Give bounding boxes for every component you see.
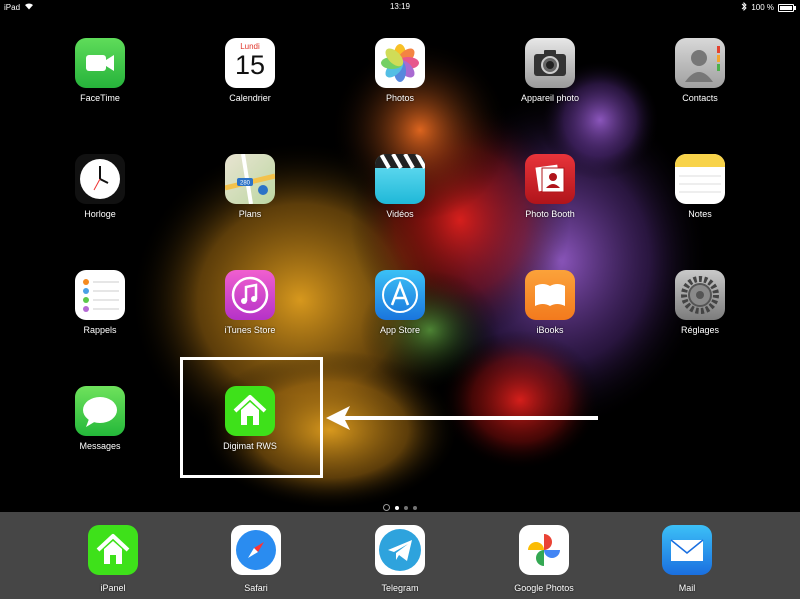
- pinwheel-icon: [519, 525, 569, 575]
- app-label: Plans: [238, 209, 262, 219]
- app-label: iTunes Store: [224, 325, 276, 335]
- reminders-list-icon: [75, 270, 125, 320]
- status-bar: iPad 13:19 100 %: [0, 0, 800, 14]
- video-camera-icon: [75, 38, 125, 88]
- app-label: Calendrier: [229, 93, 271, 103]
- app-videos[interactable]: Vidéos: [350, 154, 450, 219]
- notepad-icon: [675, 154, 725, 204]
- app-label: FaceTime: [80, 93, 120, 103]
- map-icon: 280: [225, 154, 275, 204]
- highlight-box: [180, 357, 323, 478]
- dock-app-google-photos[interactable]: Google Photos: [494, 525, 594, 593]
- clapperboard-icon: [375, 154, 425, 204]
- app-photos[interactable]: Photos: [350, 38, 450, 103]
- app-label: Rappels: [83, 325, 117, 335]
- speech-bubble-icon: [75, 386, 125, 436]
- app-store-a-icon: [375, 270, 425, 320]
- camera-icon: [525, 38, 575, 88]
- app-reglages[interactable]: Réglages: [650, 270, 750, 335]
- app-label: Contacts: [682, 93, 718, 103]
- status-time: 13:19: [389, 2, 411, 11]
- app-label: Google Photos: [514, 583, 574, 593]
- plans-badge: 280: [240, 181, 251, 187]
- gear-icon: [675, 270, 725, 320]
- app-label: Telegram: [381, 583, 419, 593]
- page-dot-active[interactable]: [395, 505, 399, 510]
- envelope-icon: [662, 525, 712, 575]
- app-label: Mail: [678, 583, 696, 593]
- open-book-icon: [525, 270, 575, 320]
- app-messages[interactable]: Messages: [50, 386, 150, 451]
- calendar-icon: Lundi 15: [225, 38, 275, 88]
- app-notes[interactable]: Notes: [650, 154, 750, 219]
- app-label: Photos: [385, 93, 415, 103]
- photo-booth-icon: [525, 154, 575, 204]
- app-label: Réglages: [680, 325, 720, 335]
- photos-flower-icon: [375, 38, 425, 88]
- app-horloge[interactable]: Horloge: [50, 154, 150, 219]
- dock-app-ipanel[interactable]: iPanel: [63, 525, 163, 593]
- app-label: iBooks: [536, 325, 564, 335]
- app-appareil-photo[interactable]: Appareil photo: [500, 38, 600, 103]
- app-label: App Store: [379, 325, 421, 335]
- app-rappels[interactable]: Rappels: [50, 270, 150, 335]
- search-page-dot[interactable]: [383, 504, 390, 511]
- app-facetime[interactable]: FaceTime: [50, 38, 150, 103]
- app-label: Messages: [79, 441, 121, 451]
- house-icon: [88, 525, 138, 575]
- dock-app-mail[interactable]: Mail: [637, 525, 737, 593]
- bluetooth-icon: [741, 1, 747, 13]
- paper-plane-icon: [375, 525, 425, 575]
- app-label: Horloge: [84, 209, 116, 219]
- app-label: Vidéos: [386, 209, 414, 219]
- dock: iPanel Safari Telegram Google Photos Mai…: [0, 512, 800, 599]
- battery-icon: [778, 3, 796, 12]
- app-label: Appareil photo: [520, 93, 580, 103]
- app-label: Notes: [688, 209, 712, 219]
- app-app-store[interactable]: App Store: [350, 270, 450, 335]
- app-label: iPanel: [100, 583, 126, 593]
- contact-silhouette-icon: [675, 38, 725, 88]
- app-itunes-store[interactable]: iTunes Store: [200, 270, 300, 335]
- arrow-left-icon: [326, 406, 598, 430]
- calendar-day: 15: [234, 50, 266, 80]
- app-contacts[interactable]: Contacts: [650, 38, 750, 103]
- music-note-icon: [225, 270, 275, 320]
- battery-percent: 100 %: [751, 3, 774, 12]
- app-label: Safari: [244, 583, 268, 593]
- clock-icon: [75, 154, 125, 204]
- app-label: Photo Booth: [525, 209, 575, 219]
- app-ibooks[interactable]: iBooks: [500, 270, 600, 335]
- dock-app-telegram[interactable]: Telegram: [350, 525, 450, 593]
- app-photo-booth[interactable]: Photo Booth: [500, 154, 600, 219]
- page-indicator[interactable]: [0, 504, 800, 511]
- page-dot[interactable]: [404, 505, 408, 510]
- dock-app-safari[interactable]: Safari: [206, 525, 306, 593]
- page-dot[interactable]: [413, 505, 417, 510]
- app-calendrier[interactable]: Lundi 15 Calendrier: [200, 38, 300, 103]
- app-plans[interactable]: 280 Plans: [200, 154, 300, 219]
- compass-icon: [231, 525, 281, 575]
